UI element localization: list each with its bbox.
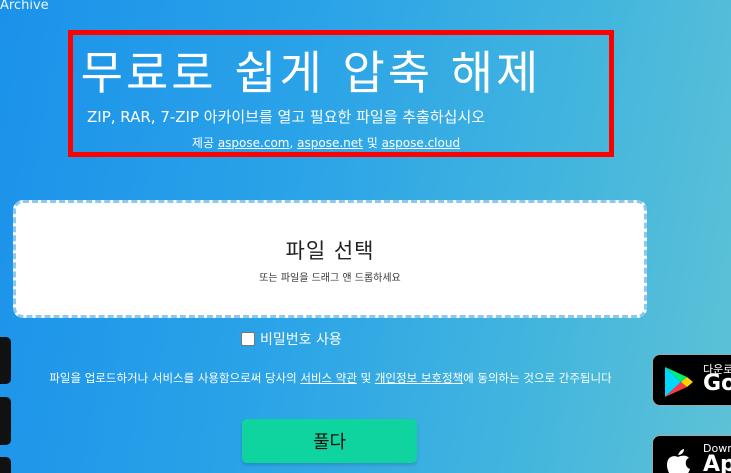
side-widget-middle[interactable] [0,397,11,445]
credit-conjunction: 및 [366,136,378,150]
link-aspose-net[interactable]: aspose.net [297,136,363,150]
google-play-badge[interactable]: 다운로 Go [652,354,731,406]
credit-prefix: 제공 [191,136,214,150]
choose-file-label[interactable]: 파일 선택 [16,235,644,265]
link-separator: , [289,136,294,150]
privacy-policy-link[interactable]: 개인정보 보호정책 [375,371,463,385]
unzip-button[interactable]: 풀다 [242,419,417,463]
hero-banner: 무료로 쉽게 압축 해제 ZIP, RAR, 7-ZIP 아카이브를 열고 필요… [68,30,614,157]
side-widget-top[interactable] [0,337,11,384]
terms-of-service-link[interactable]: 서비스 약관 [300,371,357,385]
password-label: 비밀번호 사용 [260,332,342,348]
terms-and: 및 [360,371,372,385]
password-checkbox[interactable] [241,332,255,346]
provider-credit: 제공 aspose.com, aspose.net 및 aspose.cloud [73,134,609,151]
google-play-big-text: Go [703,371,731,396]
link-aspose-cloud[interactable]: aspose.cloud [382,136,461,150]
google-play-icon [665,367,693,397]
side-widget-bottom[interactable] [0,457,11,473]
apple-icon [667,449,690,473]
app-store-big-text: Ap [703,452,731,473]
link-aspose-com[interactable]: aspose.com [218,136,290,150]
archive-label: Archive [0,0,49,13]
terms-prefix: 파일을 업로드하거나 서비스를 사용함으로써 당사의 [49,371,297,385]
page-title: 무료로 쉽게 압축 해제 [80,46,542,100]
terms-notice: 파일을 업로드하거나 서비스를 사용함으로써 당사의 서비스 약관 및 개인정보… [28,370,633,387]
password-option[interactable]: 비밀번호 사용 [241,329,342,349]
app-store-badge[interactable]: Down Ap [652,435,731,473]
file-dropzone[interactable]: 파일 선택 또는 파일을 드래그 앤 드롭하세요 [13,200,647,318]
drag-drop-hint: 또는 파일을 드래그 앤 드롭하세요 [259,273,401,284]
terms-suffix: 에 동의하는 것으로 간주됩니다 [463,371,612,385]
page-subtitle: ZIP, RAR, 7-ZIP 아카이브를 열고 필요한 파일을 추출하십시오 [87,108,486,126]
